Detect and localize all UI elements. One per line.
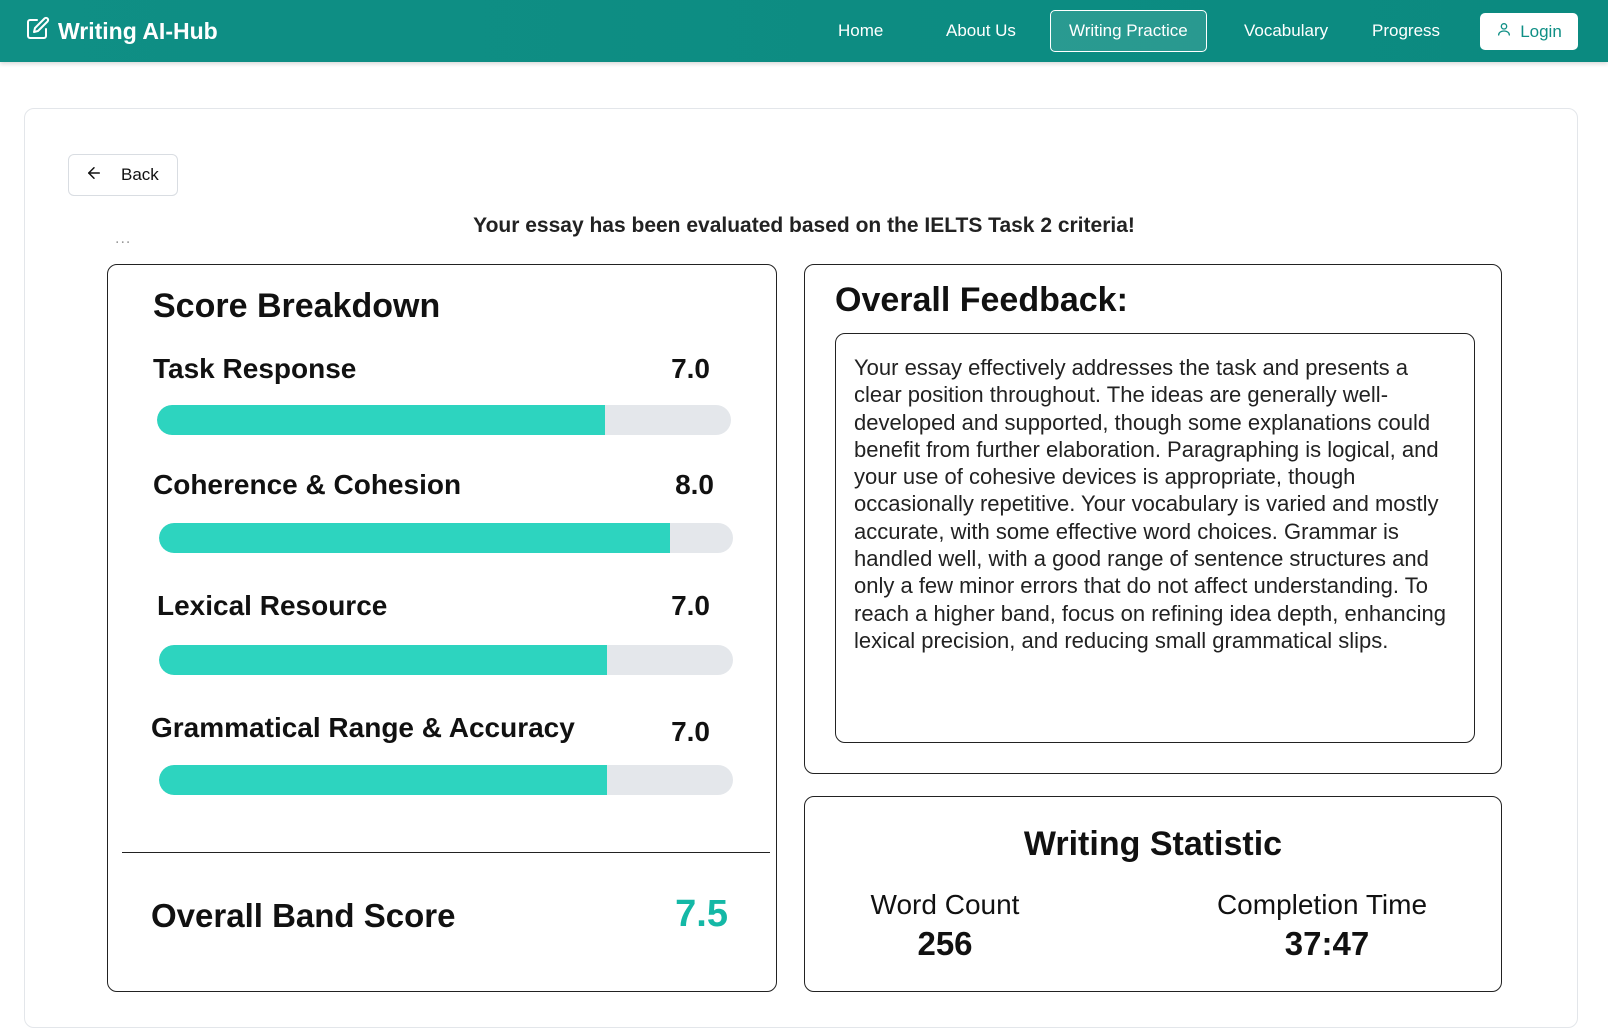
- progress-fill-coherence-cohesion: [159, 523, 670, 553]
- feedback-text: Your essay effectively addresses the tas…: [835, 333, 1475, 743]
- edit-square-icon: [26, 16, 50, 46]
- arrow-left-icon: [85, 164, 103, 187]
- progress-bar-grammatical-range: [159, 765, 733, 795]
- back-label: Back: [121, 165, 159, 184]
- nav-home[interactable]: Home: [820, 10, 901, 52]
- progress-fill-grammatical-range: [159, 765, 607, 795]
- writing-statistic-card: Writing Statistic Word Count 256 Complet…: [804, 796, 1502, 992]
- criterion-score-task-response: 7.0: [671, 353, 710, 384]
- word-count-value: 256: [917, 925, 973, 962]
- overall-band-score: 7.5: [675, 893, 728, 935]
- score-divider: [122, 852, 770, 853]
- ellipsis-indicator: ...: [115, 230, 132, 247]
- progress-bar-coherence-cohesion: [159, 523, 733, 553]
- overall-feedback-title: Overall Feedback:: [835, 281, 1128, 319]
- criterion-label-lexical-resource: Lexical Resource: [157, 590, 388, 621]
- criterion-score-lexical-resource: 7.0: [671, 590, 710, 621]
- overall-band-label: Overall Band Score: [151, 897, 456, 934]
- user-icon: [1496, 21, 1512, 42]
- login-button[interactable]: Login: [1480, 13, 1578, 50]
- progress-fill-task-response: [157, 405, 605, 435]
- progress-bar-task-response: [157, 405, 731, 435]
- brand-logo[interactable]: Writing AI-Hub: [26, 16, 218, 46]
- progress-bar-lexical-resource: [159, 645, 733, 675]
- brand-name: Writing AI-Hub: [58, 17, 218, 44]
- nav-writing-practice[interactable]: Writing Practice: [1050, 10, 1207, 52]
- evaluation-message: Your essay has been evaluated based on t…: [473, 214, 1135, 237]
- criterion-label-coherence-cohesion: Coherence & Cohesion: [153, 469, 462, 500]
- criterion-label-grammatical-range: Grammatical Range & Accuracy: [151, 712, 575, 743]
- completion-time-label: Completion Time: [1216, 889, 1428, 920]
- score-breakdown-title: Score Breakdown: [153, 287, 441, 325]
- back-button[interactable]: Back: [68, 154, 178, 196]
- nav-about-us[interactable]: About Us: [928, 10, 1034, 52]
- progress-fill-lexical-resource: [159, 645, 607, 675]
- top-navbar: Writing AI-Hub Home About Us Writing Pra…: [0, 0, 1608, 62]
- score-breakdown-card: Score Breakdown Task Response 7.0 Cohere…: [107, 264, 777, 992]
- writing-statistic-title: Writing Statistic: [1023, 825, 1283, 863]
- word-count-label: Word Count: [870, 889, 1020, 920]
- criterion-score-grammatical-range: 7.0: [671, 716, 710, 747]
- nav-progress[interactable]: Progress: [1354, 10, 1458, 52]
- overall-feedback-card: Overall Feedback: Your essay effectively…: [804, 264, 1502, 774]
- login-label: Login: [1520, 21, 1562, 41]
- nav-vocabulary[interactable]: Vocabulary: [1226, 10, 1346, 52]
- criterion-score-coherence-cohesion: 8.0: [675, 469, 714, 500]
- completion-time-value: 37:47: [1284, 925, 1370, 962]
- criterion-label-task-response: Task Response: [153, 353, 357, 384]
